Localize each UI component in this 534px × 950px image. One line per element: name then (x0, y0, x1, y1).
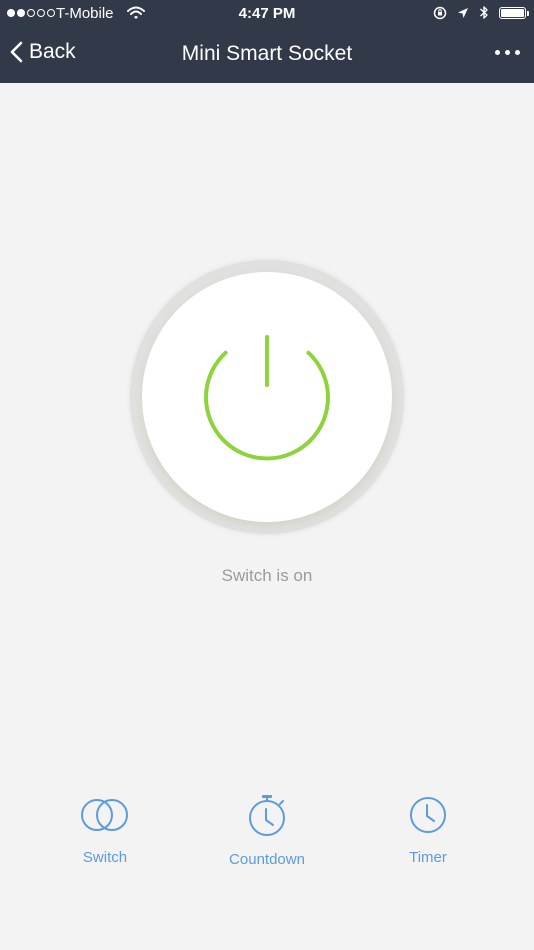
tab-switch[interactable]: Switch (30, 795, 180, 866)
power-icon (204, 335, 330, 461)
battery-icon (499, 6, 529, 19)
tab-switch-label: Switch (82, 849, 128, 866)
power-toggle-button[interactable] (142, 272, 392, 522)
bluetooth-icon (480, 6, 488, 19)
clock-icon (410, 797, 446, 833)
tab-countdown-label: Countdown (229, 851, 305, 868)
switch-icon (81, 799, 128, 831)
orientation-lock-icon (433, 6, 447, 19)
more-options-button[interactable] (495, 50, 520, 55)
tab-timer-label: Timer (409, 849, 447, 866)
tab-countdown[interactable]: Countdown (192, 795, 342, 868)
page-title: Mini Smart Socket (181, 42, 353, 65)
stopwatch-icon (249, 795, 285, 836)
switch-status-text: Switch is on (221, 566, 313, 585)
tab-timer[interactable]: Timer (353, 795, 503, 866)
status-icons (433, 5, 529, 20)
status-bar: T-Mobile 4:47 PM (0, 0, 534, 28)
navigation-bar: Back Mini Smart Socket (0, 28, 534, 83)
location-arrow-icon (458, 7, 468, 18)
more-dots-icon (495, 50, 500, 55)
app-header: T-Mobile 4:47 PM Back Mini Smart Socket (0, 0, 534, 83)
